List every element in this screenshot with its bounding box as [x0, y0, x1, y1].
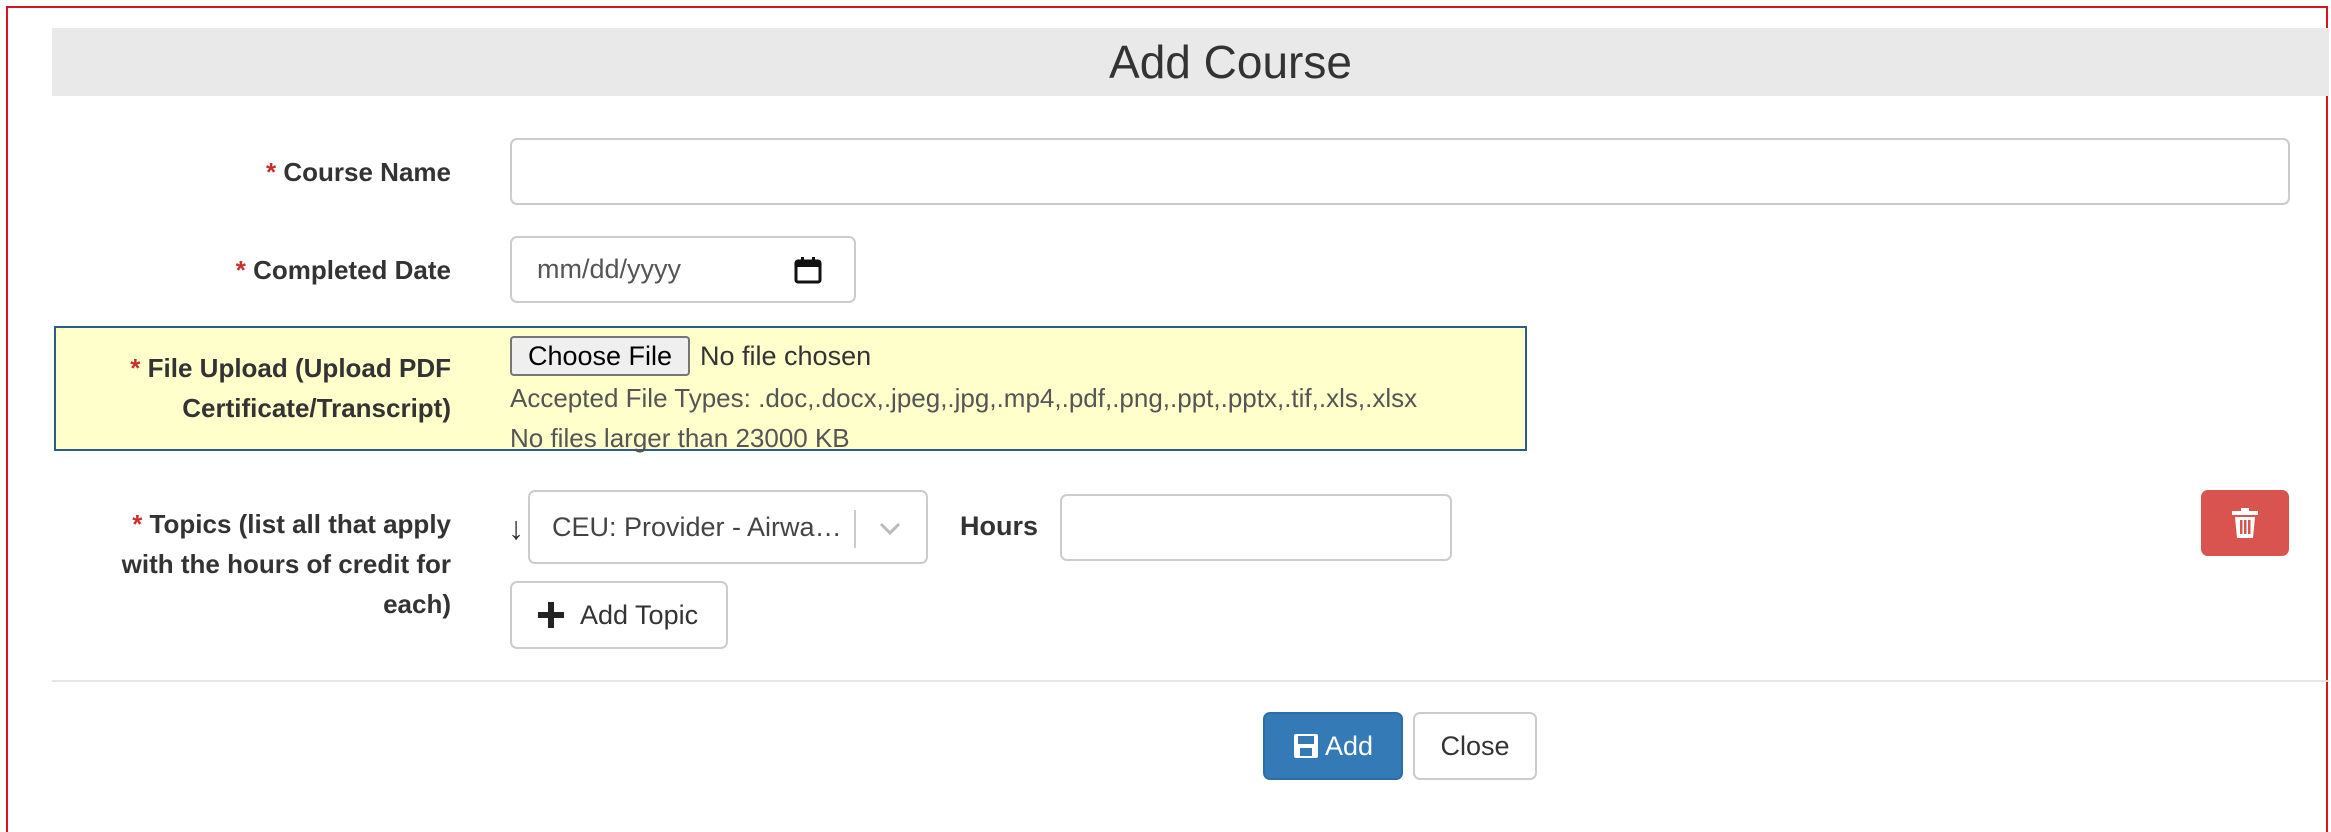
delete-topic-button[interactable]: [2201, 490, 2289, 556]
topics-label-line2: with the hours of credit for: [121, 549, 451, 579]
file-upload-label: * File Upload (Upload PDF Certificate/Tr…: [130, 348, 451, 428]
hours-label: Hours: [960, 511, 1039, 541]
completed-date-label-text: Completed Date: [253, 255, 451, 285]
select-separator: [854, 510, 856, 548]
topics-label-line3: each): [383, 589, 451, 619]
course-name-input[interactable]: [510, 138, 2290, 205]
required-mark: *: [235, 255, 246, 285]
close-button[interactable]: Close: [1413, 712, 1537, 780]
footer-divider: [52, 680, 2329, 682]
file-upload-label-line2: Certificate/Transcript): [182, 393, 451, 423]
add-button-label: Add: [1324, 730, 1374, 761]
file-upload-label-line1: File Upload (Upload PDF: [147, 353, 451, 383]
modal-header: Add Course: [52, 28, 2329, 96]
required-mark: *: [132, 509, 143, 539]
topics-label: * Topics (list all that apply with the h…: [122, 504, 451, 624]
choose-file-button[interactable]: Choose File: [510, 336, 690, 376]
add-topic-button[interactable]: Add Topic: [510, 581, 728, 649]
chevron-down-icon[interactable]: [876, 514, 904, 542]
topic-select[interactable]: CEU: Provider - Airwa…: [528, 490, 928, 564]
topic-selected-value: CEU: Provider - Airwa…: [552, 511, 842, 542]
completed-date-input[interactable]: mm/dd/yyyy: [510, 236, 856, 303]
required-mark: *: [266, 157, 277, 187]
course-name-label: * Course Name: [266, 152, 451, 192]
trash-icon: [2232, 508, 2258, 538]
required-mark: *: [130, 353, 141, 383]
course-name-label-text: Course Name: [283, 157, 451, 187]
save-icon: [1293, 734, 1318, 758]
plus-icon: [538, 602, 564, 628]
date-placeholder: mm/dd/yyyy: [537, 254, 682, 284]
accepted-file-types: Accepted File Types: .doc,.docx,.jpeg,.j…: [510, 383, 1418, 413]
topics-label-line1: Topics (list all that apply: [149, 509, 451, 539]
completed-date-label: * Completed Date: [236, 250, 451, 290]
add-button[interactable]: Add: [1263, 712, 1403, 780]
add-topic-label: Add Topic: [580, 599, 699, 630]
file-status: No file chosen: [700, 341, 872, 371]
hours-input[interactable]: [1060, 494, 1452, 561]
modal-title: Add Course: [1109, 36, 1352, 88]
calendar-icon[interactable]: [794, 257, 822, 284]
file-size-limit: No files larger than 23000 KB: [510, 423, 850, 453]
sort-arrow-icon[interactable]: ↓: [508, 510, 524, 547]
